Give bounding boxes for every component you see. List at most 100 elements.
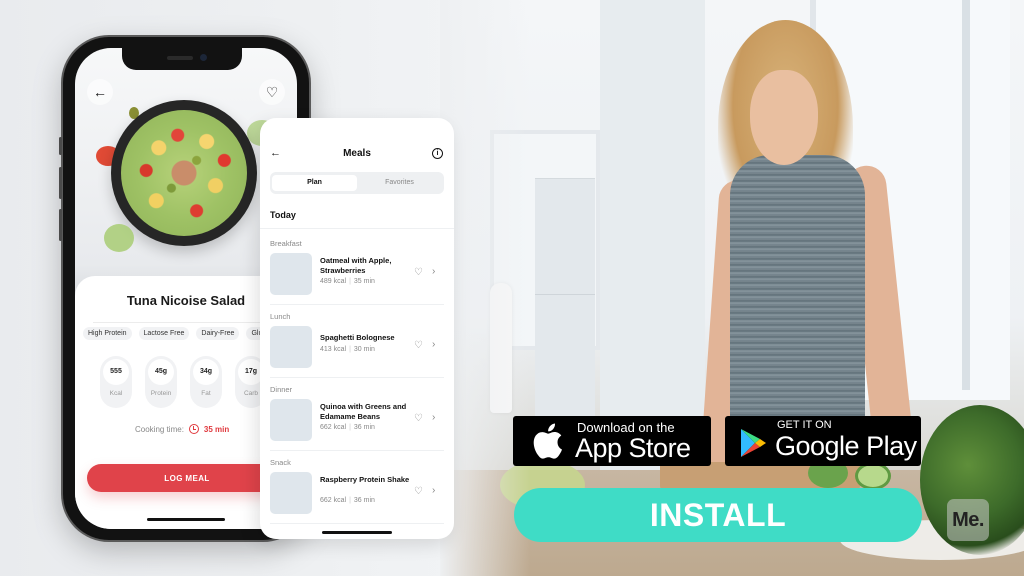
meal-meta: 489 kcal | 35 min [320,278,375,285]
meals-header: ← Meals i [260,144,454,164]
phone-volume-down [59,209,62,241]
home-indicator [322,531,392,534]
divider [260,228,454,229]
list-item[interactable]: Lunch Spaghetti Bolognese 413 kcal | 30 mi… [260,310,454,383]
install-button[interactable]: INSTALL [514,488,922,542]
divider [270,523,444,524]
meal-category: Dinner [270,385,293,394]
woman-face [750,70,818,165]
macro-value: 34g [193,359,219,385]
back-button[interactable]: ← [87,79,113,105]
meta-separator: | [349,497,351,504]
clock-icon [188,424,199,434]
favorite-button[interactable]: ♡ [259,79,285,105]
meal-name: Oatmeal with Apple, Strawberries [320,256,392,275]
meal-kcal: 413 kcal [320,346,347,353]
chevron-right-icon[interactable]: › [432,266,435,277]
app-store-big-text: App Store [575,433,691,463]
macro-fat: 34g Fat [190,356,222,408]
macro-value: 555 [103,359,129,385]
home-indicator [147,518,225,521]
meal-meta: 662 kcal | 36 min [320,497,375,504]
meals-title: Meals [343,148,371,159]
chevron-right-icon[interactable]: › [432,339,435,350]
tag-chip[interactable]: Lactose Free [138,327,190,340]
cucumber-slice [855,462,891,490]
heart-icon[interactable]: ♡ [414,267,423,278]
list-item[interactable]: Snack Raspberry Protein Shake 662 kcal | 3… [260,456,454,529]
macro-label: Fat [201,390,211,397]
salad-image [111,100,257,246]
phone-notch [122,48,242,70]
app-store-badge[interactable]: Download on the App Store [513,416,711,466]
window-frame [962,0,970,390]
meta-separator: | [349,346,351,353]
macro-stats: 555 Kcal 45g Protein 34g Fat 17g Carb [100,356,267,408]
meal-name: Quinoa with Greens and Edamame Beans [320,402,407,421]
meal-category: Breakfast [270,239,302,248]
heart-icon[interactable]: ♡ [414,486,423,497]
google-play-big-text: Google Play [775,431,917,461]
apple-icon [533,423,562,459]
meals-screen: ← Meals i Plan Favorites Today Breakfast… [260,118,454,539]
section-title-today: Today [270,210,296,220]
meal-time: 36 min [353,424,375,431]
google-play-badge[interactable]: GET IT ON Google Play [725,416,921,466]
divider [270,304,444,305]
cooking-time-label: Cooking time: [135,424,184,434]
meal-time: 30 min [353,346,375,353]
heart-icon[interactable]: ♡ [414,340,423,351]
cooking-time: Cooking time: 35 min [135,424,229,434]
meal-category: Lunch [270,312,291,321]
divider [270,450,444,451]
info-icon[interactable]: i [432,148,443,159]
meal-kcal: 662 kcal [320,497,347,504]
speaker [167,56,193,60]
log-meal-button[interactable]: LOG MEAL [87,464,287,492]
macro-value: 45g [148,359,174,385]
meta-separator: | [349,278,351,285]
meal-kcal: 489 kcal [320,278,347,285]
meal-name: Spaghetti Bolognese [320,333,395,342]
meal-thumbnail [270,399,312,441]
meal-thumbnail [270,326,312,368]
meal-time: 36 min [353,497,375,504]
woman-tank-top [730,155,865,455]
diet-tags: High Protein Lactose Free Dairy-Free Glu… [83,327,270,340]
google-play-icon [741,429,766,457]
tab-favorites[interactable]: Favorites [357,175,442,191]
tab-plan[interactable]: Plan [272,175,357,191]
brand-logo: Me. [947,499,989,541]
chevron-right-icon[interactable]: › [432,485,435,496]
phone-side-button [59,137,62,155]
meta-separator: | [349,424,351,431]
meal-list: Breakfast Oatmeal with Apple, Strawberri… [260,237,454,529]
macro-label: Protein [150,390,172,397]
wall-column [600,0,705,470]
macro-protein: 45g Protein [145,356,177,408]
cooking-time-value: 35 min [203,424,230,434]
heart-icon: ♡ [265,83,279,100]
refrigerator [535,178,595,418]
meal-kcal: 662 kcal [320,424,347,431]
meal-meta: 662 kcal | 36 min [320,424,375,431]
chevron-right-icon[interactable]: › [432,412,435,423]
front-camera [200,54,207,61]
divider [270,377,444,378]
phone-volume-up [59,167,62,199]
meal-name: Raspberry Protein Shake [320,475,410,484]
google-play-small-text: GET IT ON [777,419,832,431]
heart-icon[interactable]: ♡ [414,413,423,424]
tag-chip[interactable]: High Protein [83,327,132,340]
tag-chip[interactable]: Dairy-Free [196,327,240,340]
meal-time: 35 min [353,278,375,285]
list-item[interactable]: Dinner Quinoa with Greens and Edamame Be… [260,383,454,456]
meal-thumbnail [270,472,312,514]
segmented-control: Plan Favorites [270,172,444,194]
meal-thumbnail [270,253,312,295]
macro-label: Kcal [109,390,123,397]
arrow-left-icon: ← [93,84,107,100]
list-item[interactable]: Breakfast Oatmeal with Apple, Strawberri… [260,237,454,310]
macro-kcal: 555 Kcal [100,356,132,408]
meal-category: Snack [270,458,291,467]
